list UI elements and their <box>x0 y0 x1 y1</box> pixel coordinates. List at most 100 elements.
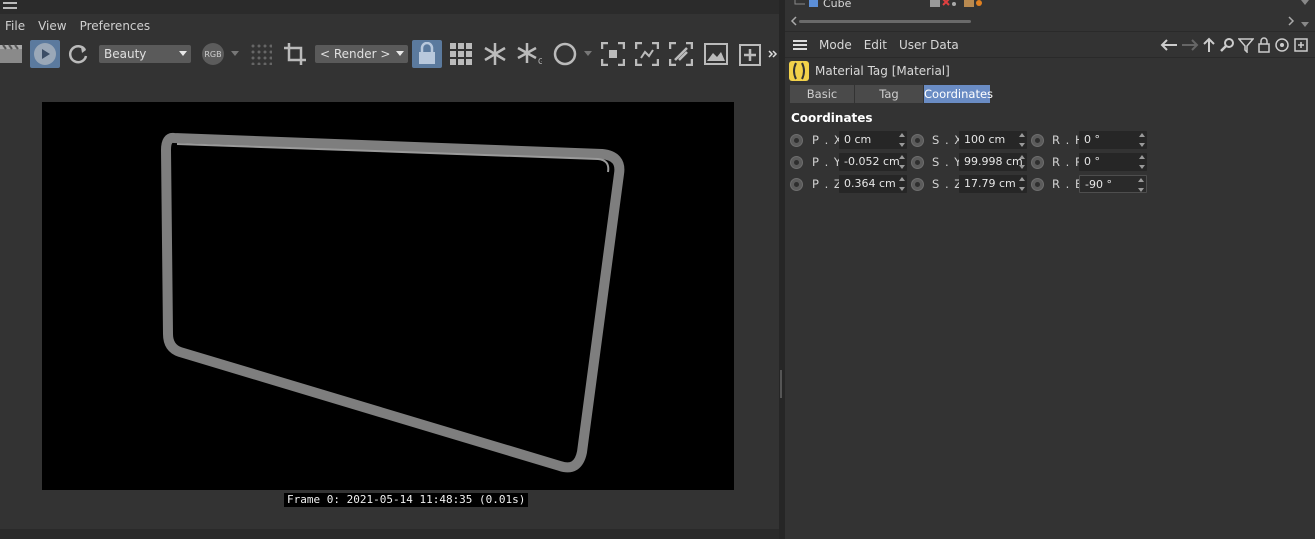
position-x-field[interactable]: 0 cm <box>839 131 907 149</box>
overflow-chevron-icon[interactable] <box>767 40 779 68</box>
keyframe-toggle-rb[interactable] <box>1031 178 1044 191</box>
tab-tag[interactable]: Tag <box>855 85 923 103</box>
object-status-icons[interactable] <box>930 0 982 8</box>
position-y-field[interactable]: -0.052 cm <box>839 153 907 171</box>
material-tag-icon <box>789 61 809 81</box>
menu-file[interactable]: File <box>0 16 33 36</box>
clapboard-icon[interactable] <box>0 40 24 68</box>
menu-preferences[interactable]: Preferences <box>75 16 159 36</box>
scroll-down-icon[interactable] <box>1301 0 1309 6</box>
scale-z-field[interactable]: 17.79 cm <box>959 175 1027 193</box>
rendered-image <box>42 102 734 490</box>
keyframe-toggle-sx[interactable] <box>911 134 924 147</box>
keyframe-toggle-px[interactable] <box>790 134 803 147</box>
lock-icon[interactable] <box>1257 37 1271 53</box>
tag-header: Material Tag [Material] <box>789 61 950 81</box>
lock-icon <box>419 42 435 64</box>
object-row[interactable]: Cube <box>785 0 1315 12</box>
stepper-icon[interactable] <box>899 155 905 169</box>
refresh-icon[interactable] <box>66 40 92 68</box>
rotation-h-field[interactable]: 0 ° <box>1079 131 1147 149</box>
keyframe-toggle-pz[interactable] <box>790 178 803 191</box>
chevron-down-icon <box>179 51 187 56</box>
play-icon <box>34 43 56 65</box>
new-panel-icon[interactable] <box>1293 37 1309 53</box>
circle-icon[interactable] <box>551 40 579 68</box>
viewer-toolbar: Beauty RGB < Render > G <box>0 37 779 71</box>
scrollbar-thumb[interactable] <box>799 20 971 23</box>
tag-title: Material Tag [Material] <box>815 64 950 78</box>
stepper-icon[interactable] <box>1138 178 1144 192</box>
dots-grid-icon[interactable] <box>248 40 274 68</box>
stepper-icon[interactable] <box>1019 133 1025 147</box>
tab-bar: Basic Tag Coordinates <box>790 85 993 103</box>
picture-viewer: File View Preferences Beauty RGB < Rende <box>0 0 779 539</box>
scale-x-field[interactable]: 100 cm <box>959 131 1027 149</box>
focus-frame-icon[interactable] <box>599 40 627 68</box>
keyframe-toggle-sz[interactable] <box>911 178 924 191</box>
stepper-icon[interactable] <box>899 133 905 147</box>
small-dropdown-arrow-icon[interactable] <box>230 40 240 68</box>
divider-handle[interactable] <box>780 370 782 398</box>
attribute-manager: Cube Mode Edit User Data Material Tag [M… <box>785 0 1315 539</box>
image-icon[interactable] <box>702 40 730 68</box>
keyframe-toggle-rh[interactable] <box>1031 134 1044 147</box>
region-dropdown[interactable]: < Render > <box>315 45 408 63</box>
render-viewport[interactable]: Frame 0: 2021-05-14 11:48:35 (0.01s) <box>0 72 779 529</box>
render-pass-dropdown[interactable]: Beauty <box>99 45 191 63</box>
hamburger-menu-icon[interactable] <box>793 39 807 51</box>
chevron-right-icon[interactable] <box>1287 16 1295 26</box>
stepper-icon[interactable] <box>1139 155 1145 169</box>
rotation-p-field[interactable]: 0 ° <box>1079 153 1147 171</box>
stepper-icon[interactable] <box>1139 133 1145 147</box>
coord-row: P . Y -0.052 cm S . Y 99.998 cm R . P 0 … <box>790 153 1290 171</box>
tab-basic[interactable]: Basic <box>790 85 854 103</box>
stepper-icon[interactable] <box>1019 155 1025 169</box>
grid-icon[interactable] <box>447 40 475 68</box>
viewer-status-strip <box>0 529 779 539</box>
arrow-left-icon[interactable] <box>1160 38 1178 52</box>
snowflake-icon[interactable] <box>481 40 509 68</box>
object-scrollbar[interactable] <box>785 14 1315 30</box>
arrow-up-icon[interactable] <box>1202 37 1216 53</box>
keyframe-toggle-sy[interactable] <box>911 156 924 169</box>
keyframe-toggle-rp[interactable] <box>1031 156 1044 169</box>
chevron-left-icon[interactable] <box>790 16 798 26</box>
panel-header-strip <box>0 0 779 14</box>
compare-icon[interactable] <box>667 40 695 68</box>
filter-icon[interactable] <box>1238 37 1254 53</box>
menu-view[interactable]: View <box>33 16 74 36</box>
lock-button[interactable] <box>412 40 442 68</box>
section-title: Coordinates <box>791 111 873 125</box>
rounded-frame-render <box>161 132 625 473</box>
object-name: Cube <box>823 0 852 10</box>
tree-branch-icon <box>794 0 818 7</box>
region-render-icon[interactable] <box>633 40 661 68</box>
snowflake-g-icon[interactable]: G <box>514 40 544 68</box>
arrow-right-icon[interactable] <box>1181 38 1199 52</box>
crop-icon[interactable] <box>282 40 308 68</box>
menu-edit[interactable]: Edit <box>858 34 893 56</box>
keyframe-toggle-py[interactable] <box>790 156 803 169</box>
scroll-down-icon[interactable] <box>1301 20 1309 28</box>
rgb-channel-button[interactable]: RGB <box>199 40 227 68</box>
chevron-down-icon <box>396 51 404 56</box>
coord-row: P . Z 0.364 cm S . Z 17.79 cm R . B -90 … <box>790 175 1290 193</box>
search-icon[interactable] <box>1219 37 1235 53</box>
svg-text:G: G <box>538 57 542 66</box>
position-z-field[interactable]: 0.364 cm <box>839 175 907 193</box>
menu-mode[interactable]: Mode <box>813 34 858 56</box>
small-dropdown-arrow-icon[interactable] <box>584 40 592 68</box>
menu-user-data[interactable]: User Data <box>893 34 965 56</box>
render-play-button[interactable] <box>30 40 60 68</box>
stepper-icon[interactable] <box>1019 177 1025 191</box>
scale-y-field[interactable]: 99.998 cm <box>959 153 1027 171</box>
stepper-icon[interactable] <box>899 177 905 191</box>
panel-menu-icon[interactable] <box>3 1 17 11</box>
frame-info-label: Frame 0: 2021-05-14 11:48:35 (0.01s) <box>284 493 529 507</box>
rotation-b-field[interactable]: -90 ° <box>1079 175 1147 193</box>
target-icon[interactable] <box>1274 37 1290 53</box>
svg-text:RGB: RGB <box>204 50 221 59</box>
add-image-icon[interactable] <box>736 40 762 68</box>
tab-coordinates[interactable]: Coordinates <box>924 85 993 103</box>
